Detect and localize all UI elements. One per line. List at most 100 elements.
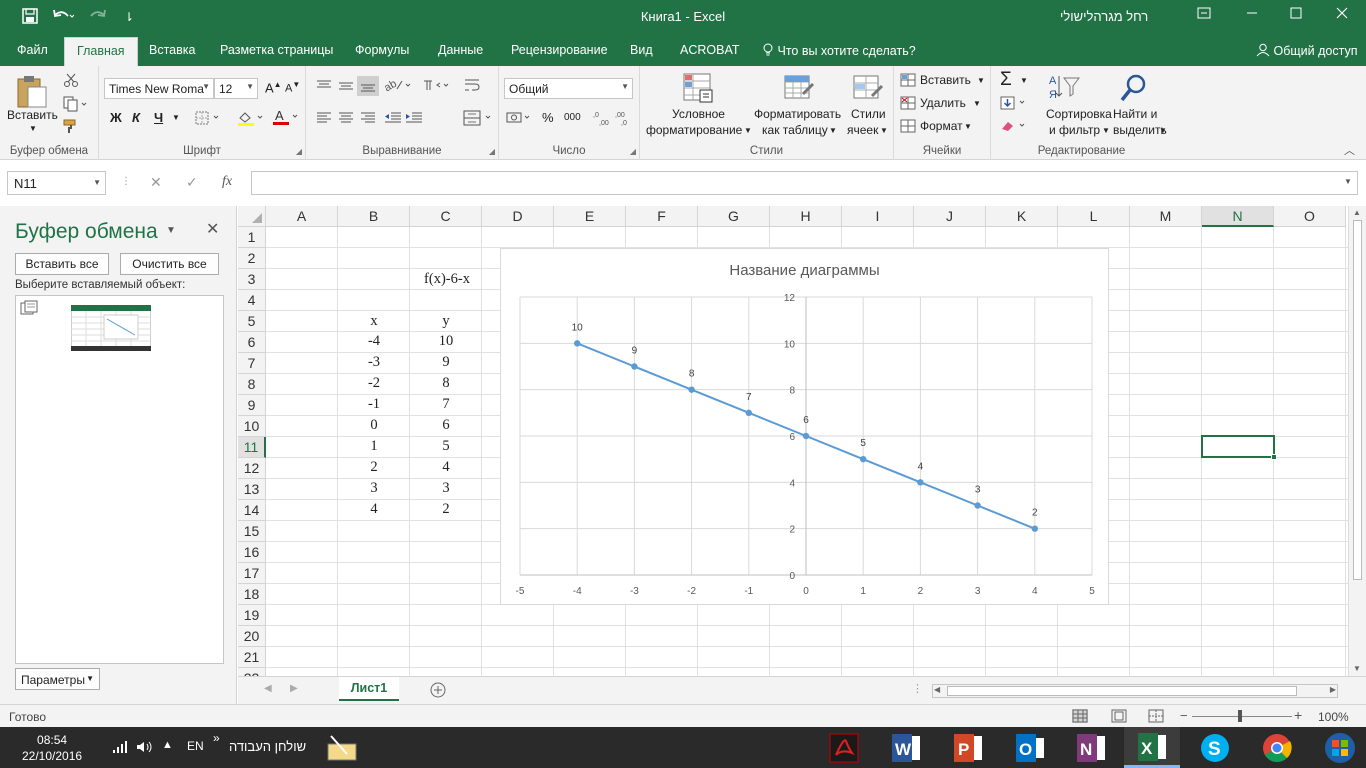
- chevron-down-icon[interactable]: ▼: [977, 76, 985, 85]
- row-header-1[interactable]: 1: [238, 227, 266, 248]
- tab-file[interactable]: Файл: [17, 43, 48, 57]
- tab-page-layout[interactable]: Разметка страницы: [220, 43, 333, 57]
- conditional-formatting-line2[interactable]: форматирование: [646, 123, 742, 137]
- prev-sheet-icon[interactable]: ◀: [264, 683, 272, 694]
- desktop-toolbar-chevron[interactable]: »: [213, 731, 220, 745]
- chevron-down-icon[interactable]: ▼: [1102, 126, 1110, 135]
- ribbon-display-icon[interactable]: [1189, 6, 1219, 24]
- y-value-cell[interactable]: 5: [410, 438, 482, 455]
- format-as-table-icon[interactable]: [783, 72, 815, 107]
- page-break-view-icon[interactable]: [1148, 709, 1164, 726]
- column-header-a[interactable]: A: [266, 206, 338, 227]
- row-header-3[interactable]: 3: [238, 269, 266, 290]
- vertical-scrollbar[interactable]: ▲ ▼: [1348, 206, 1366, 676]
- decrease-decimal-icon[interactable]: ,00,0: [615, 110, 633, 129]
- row-header-15[interactable]: 15: [238, 521, 266, 542]
- conditional-formatting-icon[interactable]: [682, 72, 714, 107]
- chevron-down-icon[interactable]: ▼: [829, 126, 837, 135]
- align-center-icon[interactable]: [338, 111, 354, 128]
- zoom-out-icon[interactable]: −: [1180, 708, 1188, 723]
- y-value-cell[interactable]: 8: [410, 375, 482, 392]
- zoom-slider-thumb[interactable]: [1238, 710, 1242, 722]
- column-header-m[interactable]: M: [1130, 206, 1202, 227]
- comma-style-button[interactable]: 000: [564, 112, 581, 123]
- scroll-left-icon[interactable]: ◀: [934, 685, 940, 694]
- horizontal-scrollbar[interactable]: ◀ ▶: [932, 684, 1338, 698]
- align-right-icon[interactable]: [360, 111, 376, 128]
- pane-options-icon[interactable]: ▼: [166, 225, 176, 236]
- collapse-ribbon-icon[interactable]: ︿: [1344, 142, 1355, 158]
- chevron-down-icon[interactable]: ▼: [973, 99, 981, 108]
- fill-handle[interactable]: [1271, 454, 1277, 460]
- column-header-i[interactable]: I: [842, 206, 914, 227]
- column-header-d[interactable]: D: [482, 206, 554, 227]
- row-header-16[interactable]: 16: [238, 542, 266, 563]
- clock[interactable]: 08:54 22/10/2016: [22, 732, 82, 764]
- excel-taskbar-icon[interactable]: X: [1124, 727, 1180, 768]
- language-indicator[interactable]: EN: [187, 739, 204, 753]
- column-header-o[interactable]: O: [1274, 206, 1346, 227]
- maximize-icon[interactable]: [1281, 6, 1311, 24]
- chrome-taskbar-icon[interactable]: [1257, 731, 1297, 765]
- row-header-2[interactable]: 2: [238, 248, 266, 269]
- sort-filter-line2[interactable]: и фильтр: [1049, 123, 1100, 137]
- row-header-17[interactable]: 17: [238, 563, 266, 584]
- grow-font-button[interactable]: A▲: [265, 80, 282, 95]
- align-middle-icon[interactable]: [338, 79, 354, 96]
- x-value-cell[interactable]: -3: [338, 354, 410, 371]
- zoom-level[interactable]: 100%: [1318, 710, 1349, 724]
- row-header-14[interactable]: 14: [238, 500, 266, 521]
- currency-format-icon[interactable]: [506, 110, 534, 129]
- dialog-launcher-icon[interactable]: ◢: [630, 147, 636, 156]
- row-header-5[interactable]: 5: [238, 311, 266, 332]
- find-select-line1[interactable]: Найти и: [1113, 107, 1157, 121]
- share-button[interactable]: Общий доступ: [1256, 43, 1357, 58]
- column-header-c[interactable]: C: [410, 206, 482, 227]
- close-pane-icon[interactable]: ✕: [206, 219, 219, 239]
- rtl-direction-icon[interactable]: [422, 78, 450, 95]
- zoom-slider[interactable]: [1192, 716, 1292, 717]
- align-bottom-icon[interactable]: [357, 76, 379, 99]
- x-value-cell[interactable]: -1: [338, 396, 410, 413]
- insert-function-icon[interactable]: fx: [222, 174, 232, 190]
- insert-cells-icon[interactable]: [900, 73, 916, 90]
- formula-input[interactable]: [251, 171, 1358, 195]
- horizontal-scroll-thumb[interactable]: [947, 686, 1297, 696]
- show-hidden-icons[interactable]: ▲: [162, 739, 173, 751]
- tab-acrobat[interactable]: ACROBAT: [680, 43, 740, 57]
- paste-dropdown-icon[interactable]: ▼: [29, 124, 37, 133]
- confirm-entry-icon[interactable]: ✓: [186, 174, 198, 191]
- acrobat-taskbar-icon[interactable]: [824, 731, 864, 765]
- column-header-f[interactable]: F: [626, 206, 698, 227]
- column-header-e[interactable]: E: [554, 206, 626, 227]
- tab-formulas[interactable]: Формулы: [355, 43, 409, 57]
- format-cells-icon[interactable]: [900, 119, 916, 136]
- y-value-cell[interactable]: 4: [410, 459, 482, 476]
- underline-button[interactable]: Ч: [154, 110, 163, 125]
- delete-cells-button[interactable]: Удалить: [920, 96, 966, 110]
- increase-decimal-icon[interactable]: ,0,00: [593, 110, 611, 129]
- column-header-b[interactable]: B: [338, 206, 410, 227]
- column-header-g[interactable]: G: [698, 206, 770, 227]
- pen-workspace-icon[interactable]: [325, 734, 359, 765]
- x-value-cell[interactable]: 3: [338, 480, 410, 497]
- row-header-18[interactable]: 18: [238, 584, 266, 605]
- cell-styles-line2[interactable]: ячеек: [847, 123, 878, 137]
- vertical-scroll-thumb[interactable]: [1353, 220, 1362, 580]
- x-value-cell[interactable]: 4: [338, 501, 410, 518]
- x-value-cell[interactable]: 0: [338, 417, 410, 434]
- user-name[interactable]: רחל מגרהלישולי: [1060, 9, 1148, 24]
- dialog-launcher-icon[interactable]: ◢: [489, 147, 495, 156]
- y-value-cell[interactable]: 2: [410, 501, 482, 518]
- conditional-formatting-line1[interactable]: Условное: [672, 107, 725, 121]
- chart[interactable]: Название диаграммы -5 -4 -3 -2 -1 0 1 2 3 4 5 0 2 4 6 8…: [500, 248, 1109, 605]
- page-layout-view-icon[interactable]: [1111, 709, 1127, 726]
- row-header-22[interactable]: 22: [238, 668, 266, 676]
- percent-style-button[interactable]: %: [542, 110, 554, 125]
- cell-styles-icon[interactable]: [852, 72, 884, 107]
- fill-color-icon[interactable]: [237, 110, 265, 129]
- paste-button[interactable]: Вставить: [7, 108, 58, 122]
- chevron-down-icon[interactable]: ▼: [880, 126, 888, 135]
- cell-styles-line1[interactable]: Стили: [851, 107, 886, 121]
- cut-icon[interactable]: [63, 72, 79, 91]
